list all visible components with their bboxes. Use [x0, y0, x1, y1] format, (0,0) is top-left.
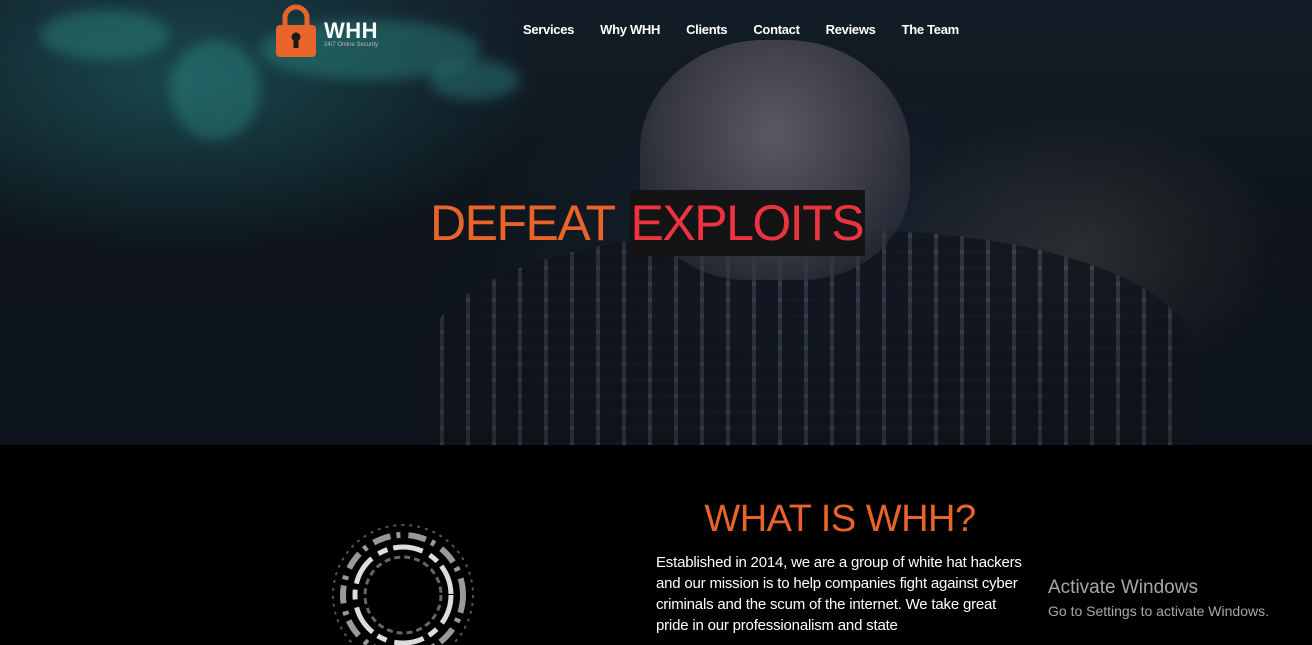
brand-tagline: 24/7 Online Security — [324, 42, 379, 48]
nav-item-services[interactable]: Services — [523, 21, 574, 39]
headline-part-exploits: EXPLOITS — [628, 190, 866, 256]
main-nav: Services Why WHH Clients Contact Reviews… — [523, 21, 985, 39]
headline-part-defeat: DEFEAT — [430, 195, 616, 251]
brand-name: WHH — [324, 18, 379, 43]
about-paragraph: Established in 2014, we are a group of w… — [656, 554, 1022, 634]
watermark-title: Activate Windows — [1048, 577, 1198, 598]
watermark-subtitle: Go to Settings to activate Windows. — [1048, 603, 1269, 619]
about-title: WHAT IS WHH? — [704, 498, 976, 540]
nav-item-the-team[interactable]: The Team — [902, 21, 960, 39]
hero-headline: DEFEAT EXPLOITS — [430, 190, 866, 256]
activate-windows-watermark: Activate Windows Go to Settings to activ… — [1048, 577, 1269, 621]
nav-item-reviews[interactable]: Reviews — [826, 21, 876, 39]
nav-item-contact[interactable]: Contact — [753, 21, 800, 39]
lock-icon — [276, 4, 316, 57]
logo-link[interactable]: WHH 24/7 Online Security — [276, 4, 396, 60]
nav-item-clients[interactable]: Clients — [686, 21, 728, 39]
nav-item-why-whh[interactable]: Why WHH — [600, 21, 660, 39]
cyber-ring-graphic — [332, 524, 474, 645]
